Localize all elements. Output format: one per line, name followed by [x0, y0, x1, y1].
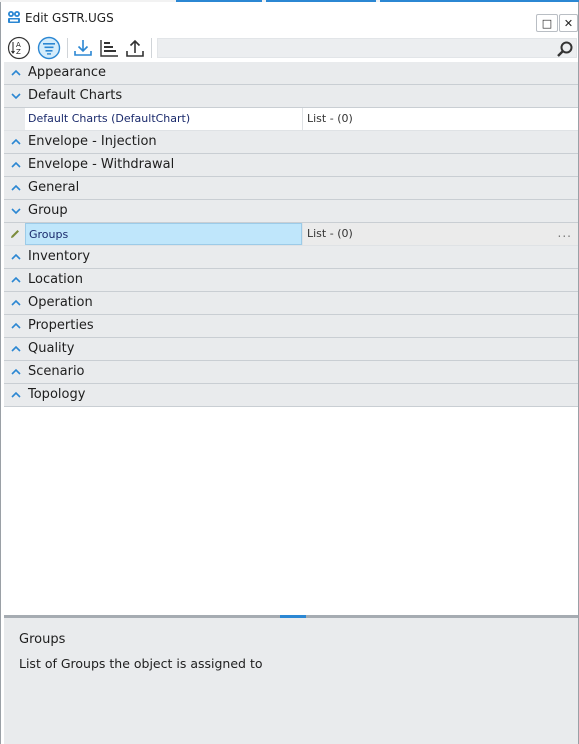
categorized-view-icon: [37, 36, 61, 60]
category-group[interactable]: Group: [4, 200, 578, 223]
category-envelope-withdrawal[interactable]: Envelope - Withdrawal: [4, 154, 578, 177]
svg-text:Z: Z: [16, 48, 21, 56]
chevron-up-icon: [11, 253, 21, 260]
description-text: List of Groups the object is assigned to: [19, 656, 263, 671]
description-panel: Groups List of Groups the object is assi…: [4, 618, 578, 744]
category-label: Topology: [28, 387, 86, 402]
category-appearance[interactable]: Appearance: [4, 62, 578, 85]
ellipsis-button[interactable]: ...: [558, 226, 572, 240]
chevron-up-icon: [11, 368, 21, 375]
hierarchy-button[interactable]: [97, 36, 121, 60]
property-value-text: List - (0): [307, 227, 353, 240]
chevron-up-icon: [11, 184, 21, 191]
property-name[interactable]: Groups: [25, 223, 302, 245]
category-envelope-injection[interactable]: Envelope - Injection: [4, 131, 578, 154]
property-name[interactable]: Default Charts (DefaultChart): [25, 108, 302, 130]
import-icon: [74, 40, 92, 56]
category-label: Envelope - Injection: [28, 134, 157, 149]
sort-alphabetical-icon: A Z: [7, 36, 31, 60]
pencil-icon: [11, 230, 19, 238]
category-topology[interactable]: Topology: [4, 384, 578, 407]
property-value[interactable]: List - (0): [302, 108, 578, 130]
maximize-icon: □: [541, 16, 553, 30]
search-icon[interactable]: [556, 40, 574, 58]
export-button[interactable]: [123, 36, 147, 60]
export-icon: [126, 39, 144, 57]
hierarchy-icon: [100, 40, 118, 57]
row-gutter: [4, 223, 25, 245]
chevron-up-icon: [11, 391, 21, 398]
chevron-up-icon: [11, 345, 21, 352]
chevron-up-icon: [11, 322, 21, 329]
row-gutter: [4, 108, 25, 130]
description-title: Groups: [19, 632, 66, 647]
close-button[interactable]: ✕: [559, 14, 578, 32]
category-quality[interactable]: Quality: [4, 338, 578, 361]
category-operation[interactable]: Operation: [4, 292, 578, 315]
chevron-up-icon: [11, 138, 21, 145]
property-row-default-charts[interactable]: Default Charts (DefaultChart) List - (0): [4, 108, 578, 131]
search-box[interactable]: [157, 38, 577, 58]
chevron-up-icon: [11, 161, 21, 168]
category-label: Quality: [28, 341, 75, 356]
toolbar: A Z: [1, 34, 578, 62]
maximize-button[interactable]: □: [536, 14, 558, 32]
category-inventory[interactable]: Inventory: [4, 246, 578, 269]
chevron-up-icon: [11, 299, 21, 306]
category-label: Inventory: [28, 249, 91, 264]
category-scenario[interactable]: Scenario: [4, 361, 578, 384]
category-label: Envelope - Withdrawal: [28, 157, 175, 172]
category-properties[interactable]: Properties: [4, 315, 578, 338]
window-title: Edit GSTR.UGS: [25, 11, 114, 25]
edit-window: Edit GSTR.UGS □ ✕ A Z Appearance Default…: [0, 2, 579, 744]
toolbar-separator: [67, 38, 68, 58]
chevron-down-icon: [11, 93, 21, 100]
category-label: Default Charts: [28, 88, 123, 103]
sort-alphabetical-button[interactable]: A Z: [7, 36, 31, 60]
close-icon: ✕: [563, 16, 574, 30]
chevron-up-icon: [11, 69, 21, 76]
category-default-charts[interactable]: Default Charts: [4, 85, 578, 108]
category-label: Scenario: [28, 364, 85, 379]
property-grid: Appearance Default Charts Default Charts…: [4, 62, 578, 407]
title-bar[interactable]: Edit GSTR.UGS □ ✕: [1, 2, 578, 32]
toolbar-separator: [151, 38, 152, 58]
chevron-down-icon: [11, 208, 21, 215]
category-label: Appearance: [28, 65, 107, 80]
category-label: General: [28, 180, 80, 195]
category-label: Group: [28, 203, 68, 218]
property-row-groups[interactable]: Groups List - (0) ...: [4, 223, 578, 246]
app-logo-icon: [8, 11, 20, 23]
property-value[interactable]: List - (0) ...: [302, 223, 578, 245]
category-label: Properties: [28, 318, 94, 333]
category-label: Location: [28, 272, 83, 287]
import-button[interactable]: [71, 36, 95, 60]
category-general[interactable]: General: [4, 177, 578, 200]
chevron-up-icon: [11, 276, 21, 283]
category-label: Operation: [28, 295, 93, 310]
categorized-view-button[interactable]: [37, 36, 61, 60]
category-location[interactable]: Location: [4, 269, 578, 292]
